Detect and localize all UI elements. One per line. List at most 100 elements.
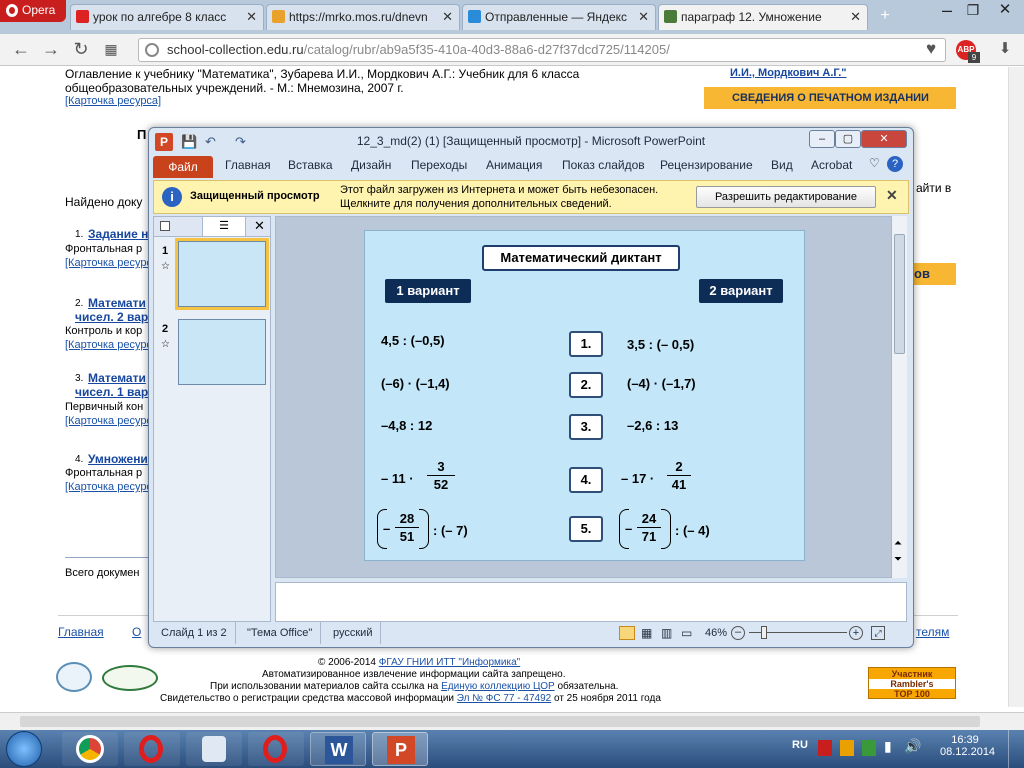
reading-view-icon[interactable]: ▥ — [661, 622, 672, 644]
page-horizontal-scrollbar[interactable] — [0, 712, 1024, 730]
close-icon[interactable]: ✕ — [246, 5, 257, 29]
tab-insert[interactable]: Вставка — [288, 158, 333, 172]
browser-tab[interactable]: Отправленные — Яндекс ✕ — [462, 4, 656, 30]
tab-animation[interactable]: Анимация — [486, 158, 542, 172]
opera-taskbar-button-2[interactable] — [248, 732, 304, 766]
tab-acrobat[interactable]: Acrobat — [811, 158, 852, 172]
footer-license-link[interactable]: Эл № ФС 77 - 47492 — [457, 693, 551, 704]
network-icon[interactable]: ▮ — [884, 738, 892, 755]
back-button[interactable]: ← — [10, 39, 32, 61]
slide-sorter-icon[interactable]: ▦ — [641, 622, 652, 644]
zoom-slider-handle[interactable] — [761, 626, 767, 639]
resource-card-link[interactable]: [Карточка ресурса] — [65, 339, 161, 351]
help-icon[interactable]: ? — [887, 156, 903, 172]
status-theme[interactable]: "Тема Office" — [239, 622, 322, 644]
vertical-scrollbar[interactable]: ⏶ ⏷ — [891, 216, 907, 578]
start-button[interactable] — [6, 731, 42, 767]
pdf-tray-icon[interactable] — [818, 740, 832, 756]
zoom-in-icon[interactable]: + — [849, 626, 863, 640]
tray-icon[interactable] — [862, 740, 876, 756]
close-icon[interactable]: ✕ — [442, 5, 453, 29]
new-tab-button[interactable]: + — [874, 6, 896, 28]
close-icon[interactable]: ✕ — [638, 5, 649, 29]
zoom-out-icon[interactable]: – — [731, 626, 745, 640]
enable-editing-button[interactable]: Разрешить редактирование — [696, 186, 876, 208]
tab-transitions[interactable]: Переходы — [411, 158, 467, 172]
url-input[interactable]: school-collection.edu.ru/catalog/rubr/ab… — [138, 38, 946, 62]
maximize-button[interactable]: ▢ — [835, 130, 861, 148]
speed-dial-icon[interactable]: ▦ — [100, 39, 122, 61]
resource-card-link[interactable]: [Карточка ресурса] — [65, 257, 161, 269]
opera-taskbar-button[interactable] — [124, 732, 180, 766]
resource-card-link[interactable]: [Карточка ресурса] — [65, 415, 161, 427]
close-window-button[interactable]: ✕ — [994, 0, 1016, 22]
word-taskbar-button[interactable]: W — [310, 732, 366, 766]
opera-menu-button[interactable]: Opera — [0, 0, 66, 22]
rambler-top100-badge[interactable]: Участник Rambler's TOP 100 — [868, 667, 956, 699]
prev-slide-icon[interactable]: ⏶ — [894, 538, 902, 549]
language-indicator[interactable]: RU — [792, 739, 808, 751]
next-slide-icon[interactable]: ⏷ — [894, 554, 902, 565]
status-language[interactable]: русский — [325, 622, 382, 644]
slides-tab-icon[interactable] — [160, 221, 170, 231]
close-icon[interactable]: ✕ — [850, 5, 861, 29]
reload-button[interactable]: ↻ — [70, 39, 92, 61]
maximize-button[interactable]: ❐ — [962, 0, 984, 22]
item-title-link[interactable]: чисел. 2 вар — [75, 310, 148, 324]
nav-about-link[interactable]: О — [132, 625, 141, 639]
scroll-thumb[interactable] — [894, 234, 905, 354]
media-taskbar-button[interactable] — [186, 732, 242, 766]
page-scrollbar[interactable] — [1008, 67, 1024, 707]
fit-to-window-icon[interactable]: ⤢ — [871, 626, 885, 640]
normal-view-icon[interactable] — [619, 626, 635, 640]
tray-icon[interactable] — [840, 740, 854, 756]
outline-tab-icon[interactable]: ☰ — [202, 217, 246, 236]
resource-card-link[interactable]: [Карточка ресурса] — [65, 95, 161, 107]
bookmark-heart-icon[interactable]: ♥ — [920, 39, 942, 61]
item-title-link[interactable]: Умножени — [88, 452, 148, 466]
address-bar-row: ← → ↻ ▦ school-collection.edu.ru/catalog… — [0, 34, 1024, 66]
tab-slideshow[interactable]: Показ слайдов — [562, 158, 645, 172]
minimize-button[interactable]: – — [809, 130, 835, 148]
item-title-link[interactable]: Математи — [88, 371, 146, 385]
browser-tab-active[interactable]: параграф 12. Умножение ✕ — [658, 4, 868, 30]
browser-tab[interactable]: урок по алгебре 8 класс ✕ — [70, 4, 264, 30]
slide-thumbnail-2[interactable] — [178, 319, 266, 385]
protected-view-message[interactable]: Этот файл загружен из Интернета и может … — [340, 183, 658, 211]
chrome-taskbar-button[interactable] — [62, 732, 118, 766]
fraction: 24 71 — [637, 511, 661, 544]
ribbon-collapse-icon[interactable]: ♡ — [869, 156, 880, 170]
slideshow-icon[interactable]: ▭ — [681, 622, 692, 644]
slide[interactable]: Математический диктант 1 вариант 2 вариа… — [364, 230, 805, 561]
tab-file[interactable]: Файл — [153, 156, 213, 178]
footer-collection-link[interactable]: Единую коллекцию ЦОР — [441, 681, 555, 692]
tab-review[interactable]: Рецензирование — [660, 158, 753, 172]
item-title-link[interactable]: Задание н — [88, 227, 148, 241]
resource-card-link[interactable]: [Карточка ресурса] — [65, 481, 161, 493]
item-title-link[interactable]: чисел. 1 вар — [75, 385, 148, 399]
task-expression: –4,8 : 12 — [381, 418, 433, 433]
scroll-thumb[interactable] — [20, 716, 980, 727]
notes-pane[interactable] — [275, 582, 907, 622]
tab-home[interactable]: Главная — [225, 158, 271, 172]
zoom-level[interactable]: 46% — [705, 622, 727, 644]
browser-tab[interactable]: https://mrko.mos.ru/dnevn ✕ — [266, 4, 460, 30]
slide-thumbnail-1[interactable] — [175, 238, 269, 310]
footer-org-link[interactable]: ФГАУ ГНИИ ИТТ "Информика" — [379, 657, 520, 668]
nav-home-link[interactable]: Главная — [58, 625, 104, 639]
item-title-link[interactable]: Математи — [88, 296, 146, 310]
close-window-button[interactable]: ✕ — [861, 130, 907, 148]
download-icon[interactable]: ⬇ — [994, 39, 1016, 61]
tab-view[interactable]: Вид — [771, 158, 793, 172]
forward-button[interactable]: → — [40, 39, 62, 61]
close-icon[interactable]: ✕ — [886, 187, 898, 204]
clock[interactable]: 16:39 08.12.2014 — [940, 734, 995, 758]
nav-right-link[interactable]: телям — [916, 625, 949, 639]
powerpoint-taskbar-button[interactable]: P — [372, 732, 428, 766]
volume-icon[interactable]: 🔊 — [904, 738, 921, 755]
authors-link[interactable]: И.И., Мордкович А.Г." — [730, 67, 847, 79]
close-icon[interactable]: ✕ — [254, 218, 265, 234]
show-desktop-button[interactable] — [1008, 730, 1024, 768]
tab-design[interactable]: Дизайн — [351, 158, 391, 172]
minimize-button[interactable]: – — [936, 0, 958, 22]
